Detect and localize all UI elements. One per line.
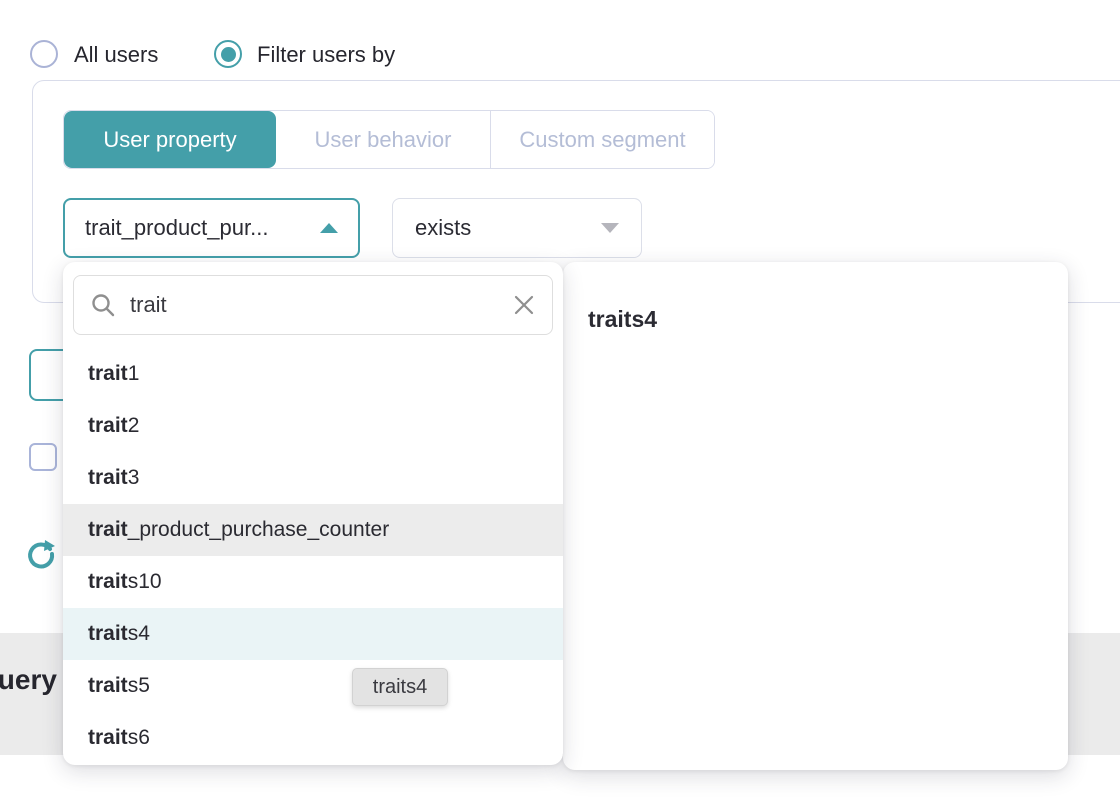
- option-traits5[interactable]: traits5: [63, 660, 563, 712]
- chevron-up-icon: [320, 223, 338, 233]
- tab-custom-segment-label: Custom segment: [519, 127, 685, 153]
- tab-user-property-label: User property: [103, 127, 236, 153]
- left-checkbox[interactable]: [29, 443, 57, 471]
- drag-tooltip: traits4: [352, 668, 448, 706]
- option-trait2[interactable]: trait2: [63, 400, 563, 452]
- segment-filter-screen: All users Filter users by User property …: [0, 0, 1120, 812]
- option-match-text: trait: [88, 414, 128, 438]
- option-rest-text: 2: [128, 414, 140, 438]
- option-trait1[interactable]: trait1: [63, 348, 563, 400]
- option-rest-text: 3: [128, 466, 140, 490]
- option-rest-text: s4: [128, 622, 150, 646]
- clear-search-icon[interactable]: [512, 293, 536, 317]
- query-section-title: Query: [0, 664, 57, 696]
- tab-user-behavior[interactable]: User behavior: [276, 111, 490, 168]
- property-detail-panel: traits4: [563, 262, 1068, 770]
- option-match-text: trait: [88, 726, 128, 750]
- chevron-down-icon: [601, 223, 619, 233]
- option-match-text: trait: [88, 674, 128, 698]
- property-search-box: [73, 275, 553, 335]
- refresh-icon-glyph: [25, 538, 57, 570]
- option-match-text: trait: [88, 466, 128, 490]
- option-match-text: trait: [88, 622, 128, 646]
- option-rest-text: s5: [128, 674, 150, 698]
- all-users-radio[interactable]: [30, 40, 58, 68]
- option-trait-product-purchase-counter[interactable]: trait_product_purchase_counter: [63, 504, 563, 556]
- detail-panel-title: traits4: [588, 306, 657, 333]
- option-rest-text: s10: [128, 570, 162, 594]
- operator-select[interactable]: exists: [392, 198, 642, 258]
- option-rest-text: s6: [128, 726, 150, 750]
- refresh-icon[interactable]: [25, 538, 57, 570]
- property-dropdown-panel: trait1 trait2 trait3 trait_product_purch…: [63, 262, 563, 765]
- filter-users-by-label: Filter users by: [257, 42, 395, 68]
- close-icon: [512, 293, 536, 317]
- all-users-label: All users: [74, 42, 158, 68]
- property-select-value: trait_product_pur...: [85, 215, 268, 241]
- option-trait3[interactable]: trait3: [63, 452, 563, 504]
- property-select[interactable]: trait_product_pur...: [63, 198, 360, 258]
- search-icon: [90, 292, 116, 318]
- property-option-list: trait1 trait2 trait3 trait_product_purch…: [63, 348, 563, 764]
- option-rest-text: 1: [128, 362, 140, 386]
- property-search-input[interactable]: [130, 292, 512, 318]
- tab-user-behavior-label: User behavior: [315, 127, 452, 153]
- operator-select-value: exists: [415, 215, 471, 241]
- tab-custom-segment[interactable]: Custom segment: [491, 111, 714, 168]
- option-rest-text: _product_purchase_counter: [128, 518, 390, 542]
- filter-type-tabs: User property User behavior Custom segme…: [63, 110, 715, 169]
- option-traits6[interactable]: traits6: [63, 712, 563, 764]
- option-match-text: trait: [88, 518, 128, 542]
- audience-radio-group: All users Filter users by: [0, 0, 1120, 80]
- tab-user-property[interactable]: User property: [64, 111, 276, 168]
- option-traits10[interactable]: traits10: [63, 556, 563, 608]
- option-traits4[interactable]: traits4: [63, 608, 563, 660]
- option-match-text: trait: [88, 362, 128, 386]
- filter-users-by-radio[interactable]: [214, 40, 242, 68]
- option-match-text: trait: [88, 570, 128, 594]
